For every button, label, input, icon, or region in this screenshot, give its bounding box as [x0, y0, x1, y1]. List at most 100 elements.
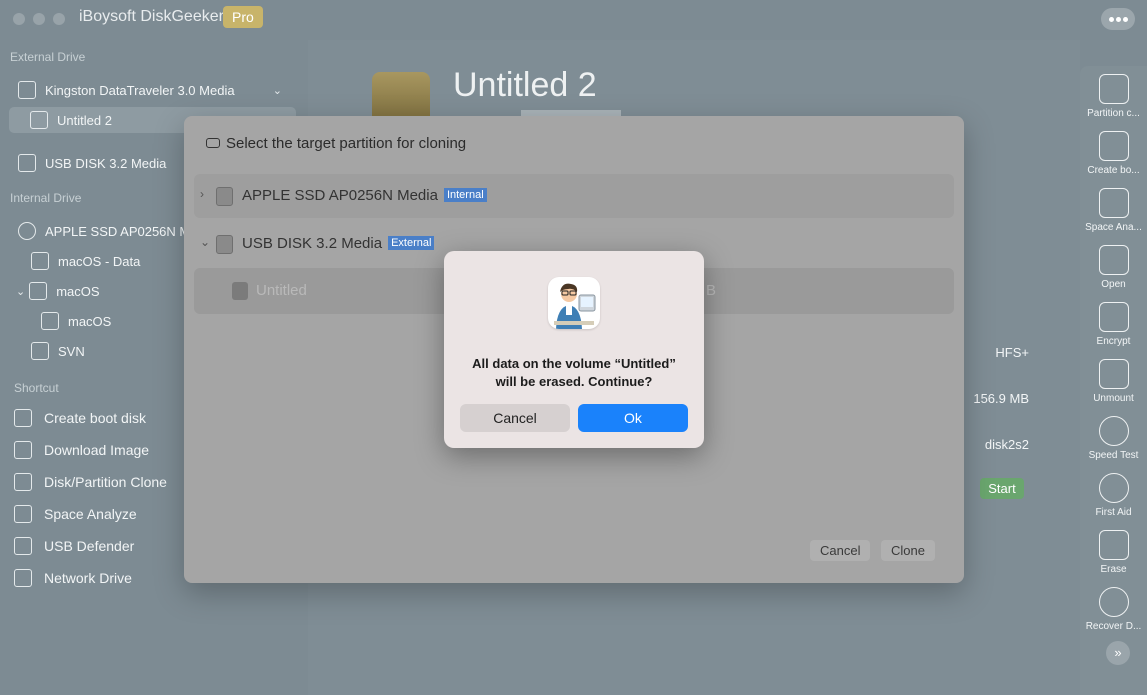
sidebar-item-kingston[interactable]: Kingston DataTraveler 3.0 Media ⌄ — [18, 77, 300, 103]
sidebar-item-svn[interactable]: SVN — [31, 338, 85, 364]
volume-icon — [232, 282, 248, 300]
sidebar-item-apple-ssd[interactable]: APPLE SSD AP0256N Me — [18, 218, 197, 244]
sidebar-item-label: macOS — [56, 283, 100, 299]
shortcut-space-analyze[interactable]: Space Analyze — [14, 501, 137, 527]
speedometer-icon — [1098, 416, 1129, 446]
sidebar-item-label: macOS - Data — [58, 253, 141, 269]
space-analyze-icon — [14, 505, 32, 523]
usb-defender-icon — [14, 537, 32, 555]
alert-message-line: All data on the volume “Untitled” — [472, 356, 676, 371]
disk-name: APPLE SSD AP0256N Media Internal — [242, 187, 487, 204]
tool-label: Speed Test — [1088, 450, 1139, 461]
tool-label: Recover D... — [1085, 621, 1142, 632]
drive-image — [372, 72, 430, 120]
locked-volume-icon — [29, 282, 48, 300]
shortcut-disk-partition-clone[interactable]: Disk/Partition Clone — [14, 469, 167, 495]
tool-partition[interactable]: Partition c... — [1080, 74, 1147, 119]
sidebar-item-label: USB DISK 3.2 Media — [45, 155, 167, 171]
tool-space-analyze[interactable]: Space Ana... — [1080, 188, 1147, 233]
internal-disk-icon — [216, 187, 233, 206]
shortcut-label: Space Analyze — [44, 506, 137, 522]
stethoscope-icon — [1098, 473, 1129, 503]
chevron-down-icon[interactable]: ⌄ — [200, 235, 210, 249]
chevron-down-icon[interactable]: ⌄ — [16, 285, 25, 298]
sidebar-item-label: macOS — [68, 313, 112, 329]
network-drive-icon — [14, 569, 32, 587]
eraser-icon — [1098, 530, 1129, 560]
tool-label: Open — [1101, 279, 1126, 290]
sidebar-item-label: SVN — [58, 343, 85, 359]
disk-row-apple-ssd[interactable]: › APPLE SSD AP0256N Media Internal — [194, 174, 954, 218]
partition-icon — [1098, 74, 1129, 104]
minimize-window-button[interactable] — [33, 13, 45, 25]
tool-unmount[interactable]: Unmount — [1080, 359, 1147, 404]
pro-badge[interactable]: Pro — [223, 6, 263, 28]
alert-message-line: will be erased. Continue? — [495, 374, 653, 389]
sidebar-item-label: Kingston DataTraveler 3.0 Media — [45, 82, 235, 98]
download-icon — [14, 441, 32, 459]
shortcut-download-image[interactable]: Download Image — [14, 437, 149, 463]
internal-tag: Internal — [443, 188, 487, 202]
alert-ok-button[interactable]: Ok — [578, 404, 688, 432]
app-mascot-icon — [548, 277, 600, 329]
tool-label: Partition c... — [1087, 108, 1140, 119]
sidebar-item-label: APPLE SSD AP0256N Me — [45, 223, 198, 239]
app-title: iBoysoft DiskGeeker — [79, 8, 224, 25]
alert-message: All data on the volume “Untitled” will b… — [454, 355, 694, 391]
shortcut-label: USB Defender — [44, 538, 135, 554]
tool-erase[interactable]: Erase — [1080, 530, 1147, 575]
usb-drive-icon — [216, 235, 233, 254]
tool-label: Unmount — [1093, 393, 1134, 404]
volume-icon — [41, 312, 59, 330]
tool-recover[interactable]: Recover D... — [1080, 587, 1147, 632]
close-window-button[interactable] — [13, 13, 25, 25]
tool-first-aid[interactable]: First Aid — [1080, 473, 1147, 518]
sidebar-item-macos-data[interactable]: macOS - Data — [31, 248, 140, 274]
sidebar-item-usb-disk[interactable]: USB DISK 3.2 Media — [18, 150, 166, 176]
usb-drive-icon — [18, 154, 36, 172]
clone-button[interactable]: Clone — [881, 540, 935, 561]
shortcut-usb-defender[interactable]: USB Defender — [14, 533, 134, 559]
sidebar-item-label: Untitled 2 — [57, 112, 112, 128]
tool-label: Space Ana... — [1085, 222, 1142, 233]
alert-cancel-button[interactable]: Cancel — [460, 404, 570, 432]
sidebar-item-macos[interactable]: macOS — [41, 308, 111, 334]
chevron-down-icon[interactable]: ⌄ — [273, 84, 282, 97]
shortcut-label: Disk/Partition Clone — [44, 474, 167, 490]
device-value: disk2s2 — [984, 437, 1029, 452]
tool-create-boot[interactable]: Create bo... — [1080, 131, 1147, 176]
format-value: HFS+ — [995, 345, 1029, 360]
clone-cancel-button[interactable]: Cancel — [810, 540, 871, 561]
volume-icon — [31, 342, 49, 360]
shortcut-label: Create boot disk — [44, 410, 146, 426]
chevron-right-icon[interactable]: › — [200, 187, 204, 201]
disk-name: USB DISK 3.2 Media External — [242, 235, 435, 252]
start-button[interactable]: Start — [980, 478, 1024, 499]
folder-icon — [1098, 245, 1129, 275]
tool-label: First Aid — [1095, 507, 1132, 518]
partition-size: B — [706, 282, 717, 299]
expand-toolbar-button[interactable]: » — [1106, 641, 1130, 665]
usb-drive-icon — [18, 81, 36, 99]
lock-icon — [1098, 302, 1129, 332]
more-options-button[interactable] — [1101, 8, 1135, 30]
disk-icon — [206, 138, 220, 148]
shortcut-network-drive[interactable]: Network Drive — [14, 565, 132, 591]
tool-encrypt[interactable]: Encrypt — [1080, 302, 1147, 347]
clone-icon — [14, 473, 32, 491]
sidebar-item-macos-container[interactable]: ⌄ macOS — [16, 278, 100, 304]
tool-open[interactable]: Open — [1080, 245, 1147, 290]
partition-name: Untitled — [256, 282, 307, 299]
shortcut-label: Download Image — [44, 442, 150, 458]
tool-label: Erase — [1100, 564, 1127, 575]
zoom-window-button[interactable] — [53, 13, 65, 25]
tool-speed-test[interactable]: Speed Test — [1080, 416, 1147, 461]
volume-icon — [30, 111, 48, 129]
space-analyze-icon — [1098, 188, 1129, 218]
shortcut-create-boot-disk[interactable]: Create boot disk — [14, 405, 146, 431]
recover-icon — [1098, 587, 1129, 617]
clone-dialog-title: Select the target partition for cloning — [226, 135, 467, 152]
size-value: 156.9 MB — [973, 391, 1029, 406]
boot-disk-icon — [14, 409, 32, 427]
volume-title: Untitled 2 — [453, 66, 597, 104]
